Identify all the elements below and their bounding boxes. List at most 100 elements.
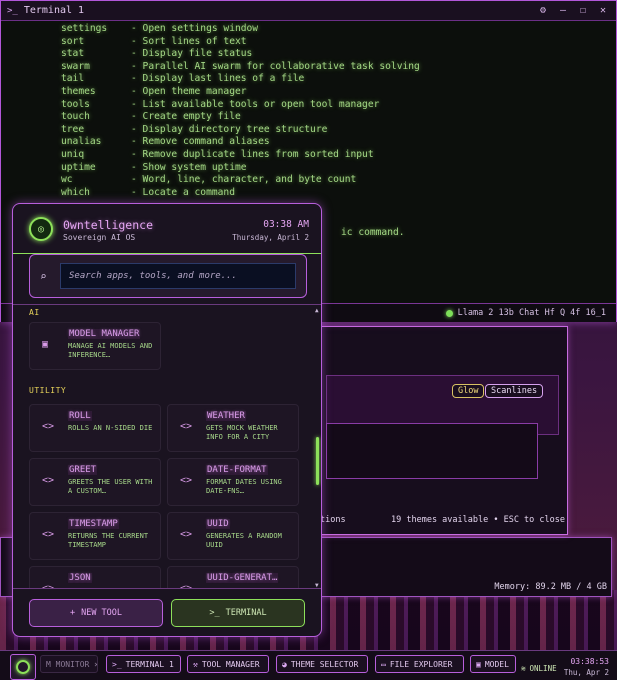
minimize-button[interactable]: – <box>556 5 570 16</box>
search-input[interactable] <box>60 263 296 289</box>
app-card[interactable]: <> UUID GENERATES A RANDOM UUID <box>167 512 299 560</box>
scroll-up-icon[interactable]: ▲ <box>315 307 319 314</box>
start-button[interactable] <box>10 654 36 680</box>
section-title: AI <box>29 308 40 317</box>
taskbar-label: MODEL <box>484 659 509 669</box>
app-list[interactable]: AI ▣ MODEL MANAGER MANAGE AI MODELS AND INF… <box>13 305 321 588</box>
launcher-date: Thursday, April 2 <box>232 233 309 242</box>
theme-count: 19 themes available • ESC to close <box>391 515 565 525</box>
command-name: tree <box>61 123 85 135</box>
taskbar-label: M MONITOR × <box>46 659 98 669</box>
app-card[interactable]: <>UUID-GENERAT… <box>167 566 299 588</box>
command-description: - Word, line, character, and byte count <box>131 174 357 186</box>
app-description: RETURNS THE CURRENT TIMESTAMP <box>68 532 149 549</box>
terminal-icon: >_ <box>209 608 220 618</box>
terminal-line: tools - List available tools or open tool… <box>61 99 616 112</box>
terminal-line: wc - Word, line, character, and byte coun… <box>61 174 616 187</box>
command-name: tools <box>61 98 90 110</box>
taskbar-item-tool-manager[interactable]: ⚒ TOOL MANAGER <box>187 655 269 673</box>
memory-readout: Memory: 89.2 MB / 4 GB <box>494 582 607 592</box>
brand-name: 0wntelligence <box>63 218 154 232</box>
command-name: uniq <box>61 148 85 160</box>
maximize-button[interactable]: ☐ <box>576 5 590 16</box>
settings-icon[interactable]: ⚙ <box>536 5 550 16</box>
app-card[interactable]: <> DATE-FORMAT FORMAT DATES USING DATE-FNS… <box>167 458 299 506</box>
taskbar: M MONITOR × >_ TERMINAL 1 ⚒ TOOL MANAGER… <box>0 650 617 680</box>
terminal-button[interactable]: >_ TERMINAL <box>171 599 305 627</box>
app-card[interactable]: ▣ MODEL MANAGER MANAGE AI MODELS AND INFER… <box>29 322 161 370</box>
app-card[interactable]: <> TIMESTAMP RETURNS THE CURRENT TIMESTAMP <box>29 512 161 560</box>
command-description: - Display last lines of a file <box>131 73 305 85</box>
terminal-icon: >_ <box>112 659 122 669</box>
taskbar-label: TOOL MANAGER <box>201 659 260 669</box>
command-description: - Remove duplicate lines from sorted inp… <box>131 148 374 160</box>
tag-scanlines[interactable]: Scanlines <box>485 384 544 398</box>
terminal-line: stat - Display file status <box>61 48 616 61</box>
terminal-title: Terminal 1 <box>23 5 85 16</box>
wifi-icon: ≋ <box>521 664 526 673</box>
code-icon: <> <box>180 475 193 486</box>
terminal-line: touch - Create empty file <box>61 111 616 124</box>
logo-icon <box>16 660 30 674</box>
code-icon: <> <box>42 475 55 486</box>
command-description: - Display directory tree structure <box>131 123 328 135</box>
taskbar-item-file-explorer[interactable]: ▭ FILE EXPLORER <box>375 655 464 673</box>
tag-glow[interactable]: Glow <box>452 384 485 398</box>
launcher-time: 03:38 AM <box>263 219 309 230</box>
terminal-line: uptime - Show system uptime <box>61 162 616 175</box>
launcher-header: ◎ 0wntelligence Sovereign AI OS 03:38 AM… <box>13 204 321 254</box>
logo-icon: ◎ <box>29 217 53 241</box>
scrollbar-thumb[interactable] <box>316 437 319 485</box>
section-title: UTILITY <box>29 386 67 395</box>
app-name: TIMESTAMP <box>68 519 119 529</box>
app-name: UUID-GENERAT… <box>206 573 279 583</box>
taskbar-item-theme-selector[interactable]: ◕ THEME SELECTOR <box>276 655 368 673</box>
code-icon: <> <box>180 529 193 540</box>
app-launcher: ◎ 0wntelligence Sovereign AI OS 03:38 AM… <box>12 203 322 637</box>
app-name: WEATHER <box>206 411 246 421</box>
code-icon: <> <box>180 421 193 432</box>
app-description: FORMAT DATES USING DATE-FNS… <box>206 478 282 495</box>
new-tool-label: NEW TOOL <box>81 608 123 618</box>
taskbar-item-system-monitor[interactable]: M MONITOR × <box>40 655 98 673</box>
command-name: swarm <box>61 60 90 72</box>
wrench-icon: ⚒ <box>193 659 198 669</box>
terminal-line: unalias - Remove command aliases <box>61 136 616 149</box>
palette-icon: ◕ <box>282 659 287 669</box>
clock-date: Thu, Apr 2 <box>563 668 609 677</box>
folder-icon: ▭ <box>381 659 386 669</box>
app-card[interactable]: <>JSON <box>29 566 161 588</box>
taskbar-label: FILE EXPLORER <box>389 659 453 669</box>
taskbar-item-model[interactable]: ▣ MODEL <box>470 655 516 673</box>
app-name: MODEL MANAGER <box>68 329 141 339</box>
terminal-line: swarm - Parallel AI swarm for collaborati… <box>61 61 616 74</box>
theme-preview-panel <box>326 423 538 479</box>
command-name: uptime <box>61 161 96 173</box>
command-description: - Display file status <box>131 48 253 60</box>
theme-selector-window[interactable] <box>295 326 568 535</box>
chip-icon: ▣ <box>42 339 49 350</box>
app-card[interactable]: <> WEATHER GETS MOCK WEATHER INFO FOR A CI… <box>167 404 299 452</box>
command-description: - Sort lines of text <box>131 35 247 47</box>
theme-footer-left: tions <box>320 515 346 525</box>
online-label: ONLINE <box>529 664 557 673</box>
command-name: touch <box>61 111 90 123</box>
app-description: GENERATES A RANDOM UUID <box>206 532 282 549</box>
new-tool-button[interactable]: + NEW TOOL <box>29 599 163 627</box>
command-name: sort <box>61 35 85 47</box>
command-name: tail <box>61 73 85 85</box>
launcher-footer: + NEW TOOL >_ TERMINAL <box>13 588 321 636</box>
terminal-line: which - Locate a command <box>61 187 616 200</box>
taskbar-item-terminal[interactable]: >_ TERMINAL 1 <box>106 655 181 673</box>
app-card[interactable]: <> ROLL ROLLS AN N-SIDED DIE <box>29 404 161 452</box>
app-card[interactable]: <> GREET GREETS THE USER WITH A CUSTOM… <box>29 458 161 506</box>
taskbar-clock: 03:38:53 Thu, Apr 2 <box>564 657 609 677</box>
command-description: - Open settings window <box>131 23 259 34</box>
close-button[interactable]: ✕ <box>596 5 610 16</box>
command-name: stat <box>61 48 85 60</box>
terminal-titlebar[interactable]: >_ Terminal 1 ⚙ – ☐ ✕ <box>1 1 616 21</box>
command-description: - Show system uptime <box>131 161 247 173</box>
command-description: - List available tools or open tool mana… <box>131 98 380 110</box>
chip-icon: ▣ <box>476 659 481 669</box>
terminal-text-fragment: ic command. <box>341 227 405 238</box>
